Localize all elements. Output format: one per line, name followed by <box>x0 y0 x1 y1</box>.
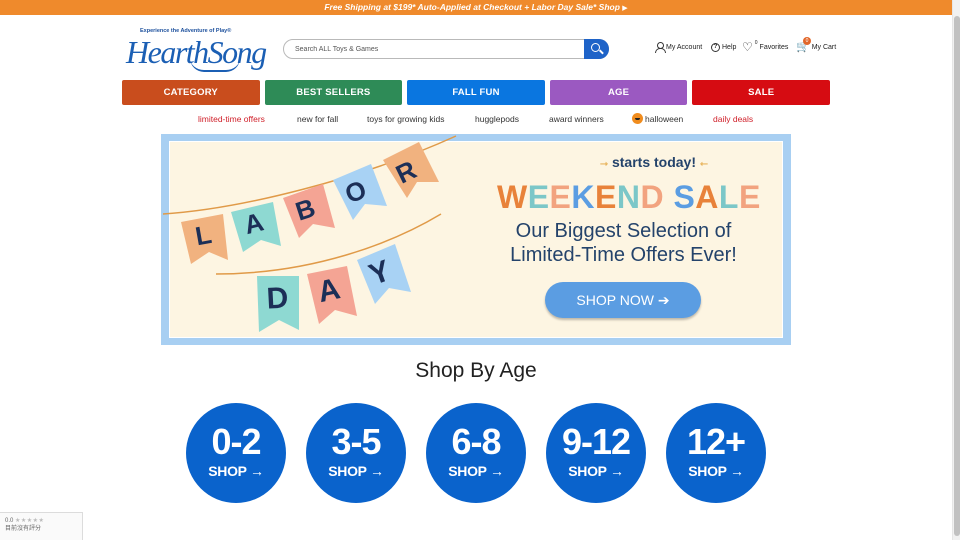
hearthsong-logo[interactable]: Experience the Adventure of Play® Hearth… <box>126 28 267 74</box>
headline-letter: A <box>695 179 719 215</box>
age-circle-0-2[interactable]: 0-2 SHOP → <box>186 403 286 503</box>
headline-letter: E <box>527 179 550 215</box>
pumpkin-icon <box>632 113 643 124</box>
age-shop-label: SHOP → <box>568 463 624 479</box>
age-range: 6-8 <box>451 421 501 462</box>
age-circle-6-8[interactable]: 6-8 SHOP → <box>426 403 526 503</box>
logo-swoosh <box>190 58 240 72</box>
flag-letter-6: D <box>266 281 289 315</box>
rating-score-row: 0.0 ★★★★★ <box>5 517 82 525</box>
headline-letter: D <box>640 179 665 215</box>
subnav-hugglepods[interactable]: hugglepods <box>475 114 519 124</box>
scrollbar[interactable] <box>952 0 960 540</box>
age-shop-label: SHOP → <box>328 463 384 479</box>
subnav-toys-for-growing-kids[interactable]: toys for growing kids <box>367 114 444 124</box>
hero-subline-1: Our Biggest Selection of <box>515 220 732 242</box>
help-link[interactable]: ? Help <box>711 40 736 54</box>
rating-text: 目前沒有評分 <box>5 526 42 532</box>
shop-now-button[interactable]: SHOP NOW ➔ <box>545 282 701 318</box>
age-range: 12+ <box>686 421 746 462</box>
age-shop-label: SHOP → <box>208 463 264 479</box>
age-shop-label: SHOP → <box>448 463 504 479</box>
search-icon-handle <box>599 49 604 55</box>
headline-letter: L <box>718 179 739 215</box>
subnav-daily-deals[interactable]: daily deals <box>713 114 753 124</box>
search-input[interactable] <box>295 42 585 56</box>
starts-today-text: starts today! <box>611 154 697 170</box>
subnav-new-for-fall[interactable]: new for fall <box>297 114 338 124</box>
headline-letter: E <box>549 179 572 215</box>
hero-starts-today: ⇾ starts today! ⇽ <box>565 154 743 170</box>
nav-category[interactable]: CATEGORY <box>122 80 260 105</box>
labor-day-hero-banner[interactable]: L A B O R D A Y ⇾ starts today! ⇽ WEEKEN… <box>161 134 791 345</box>
rating-score: 0.0 <box>5 518 14 524</box>
nav-sale[interactable]: SALE <box>692 80 830 105</box>
shop-by-age-title: Shop By Age <box>415 359 537 382</box>
labor-day-bunting: L A B O R D A Y <box>162 135 457 332</box>
nav-best-sellers[interactable]: BEST SELLERS <box>264 80 403 105</box>
cart-label: My Cart <box>811 43 837 51</box>
my-account-link[interactable]: My Account <box>655 40 702 54</box>
rating-widget[interactable]: 0.0 ★★★★★ 目前沒有評分 <box>0 512 83 540</box>
play-arrow-icon: ▶ <box>622 5 628 12</box>
search-button[interactable] <box>584 39 609 59</box>
sub-nav: limited-time offers new for fall toys fo… <box>0 113 952 126</box>
cart-link[interactable]: 🛒 0 My Cart <box>796 37 837 54</box>
age-range: 0-2 <box>211 421 261 462</box>
age-circles: 0-2 SHOP → 3-5 SHOP → 6-8 SHOP → 9-12 SH… <box>186 403 766 503</box>
nav-age[interactable]: AGE <box>549 80 688 105</box>
scrollbar-thumb[interactable] <box>954 16 960 536</box>
age-circle-9-12[interactable]: 9-12 SHOP → <box>546 403 646 503</box>
subnav-halloween: halloween <box>645 114 684 124</box>
help-label: Help <box>722 43 737 51</box>
age-circle-12-plus[interactable]: 12+ SHOP → <box>666 403 766 503</box>
headline-letter: S <box>673 179 696 215</box>
category-nav: CATEGORY BEST SELLERS FALL FUN AGE SALE <box>122 80 830 105</box>
search-bar <box>283 39 609 59</box>
bunting-row-2: D A Y <box>257 244 411 332</box>
promo-banner[interactable]: Free Shipping at $199* Auto-Applied at C… <box>0 0 952 15</box>
headline-letter: E <box>738 179 761 215</box>
cart-count-badge: 0 <box>803 37 811 45</box>
arrow-left-icon: ⇽ <box>699 159 709 170</box>
age-shop-label: SHOP → <box>688 463 744 479</box>
favorites-label: Favorites <box>759 43 789 51</box>
headline-letter: E <box>595 179 617 215</box>
help-icon: ? <box>711 42 720 52</box>
age-range: 9-12 <box>561 421 631 462</box>
nav-fall-fun[interactable]: FALL FUN <box>407 80 545 105</box>
arrow-right-icon: ⇾ <box>599 159 609 170</box>
favorites-link[interactable]: ♡ 0 Favorites <box>742 40 788 54</box>
headline-letter: N <box>616 179 641 215</box>
heart-icon: ♡ <box>742 40 753 54</box>
star-rating-icon: ★★★★★ <box>15 518 45 524</box>
subnav-limited-time-offers[interactable]: limited-time offers <box>198 114 265 124</box>
hero-headline: WEEKEND SALE <box>497 179 760 216</box>
headline-letter: W <box>497 179 528 215</box>
headline-letter: K <box>571 179 595 215</box>
subnav-award-winners[interactable]: award winners <box>549 114 604 124</box>
age-range: 3-5 <box>331 421 381 462</box>
cart-icon: 🛒 0 <box>796 37 811 53</box>
promo-text[interactable]: Free Shipping at $199* Auto-Applied at C… <box>324 2 620 12</box>
favorites-count: 0 <box>754 40 758 46</box>
subnav-halloween-item[interactable]: halloween <box>632 113 683 124</box>
age-circle-3-5[interactable]: 3-5 SHOP → <box>306 403 406 503</box>
bunting-row-1: L A B O R <box>181 142 439 264</box>
person-icon <box>655 42 666 53</box>
my-account-label: My Account <box>666 43 703 51</box>
hero-subline-2: Limited-Time Offers Ever! <box>510 244 737 266</box>
page: Free Shipping at $199* Auto-Applied at C… <box>0 0 960 540</box>
